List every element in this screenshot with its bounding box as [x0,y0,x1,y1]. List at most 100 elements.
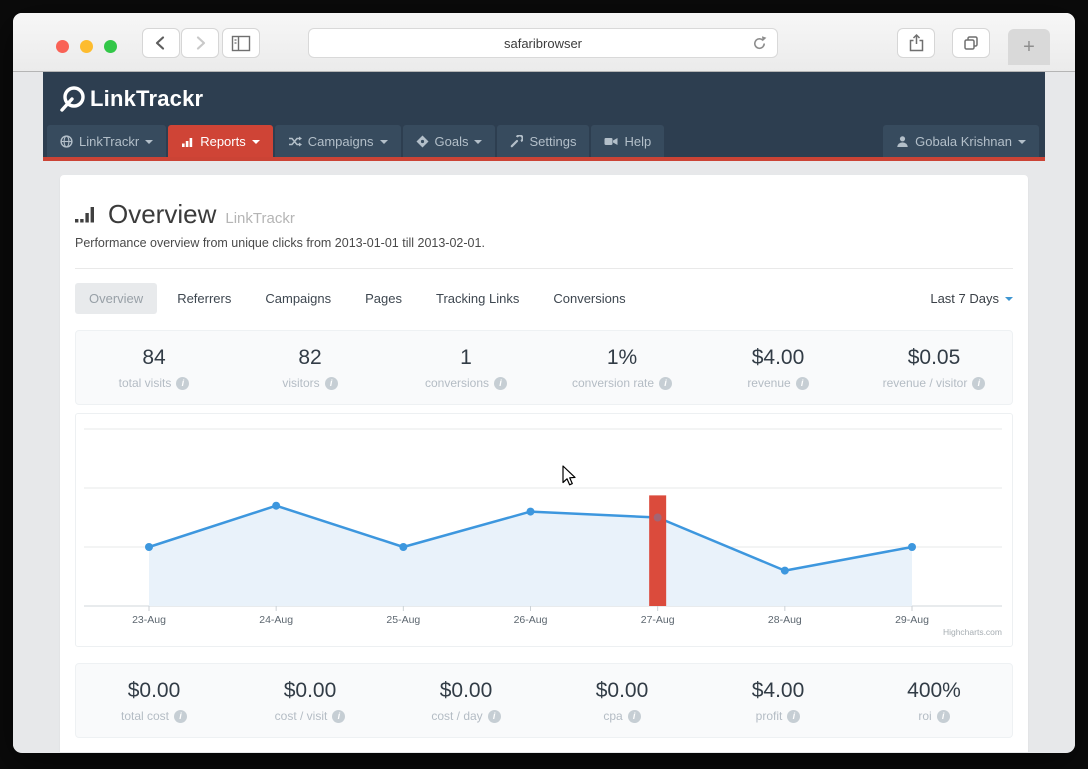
diamond-icon [416,135,429,148]
nav-item-reports[interactable]: Reports [168,125,273,157]
page-title-suffix: LinkTrackr [225,210,295,227]
nav-item-linktrackr[interactable]: LinkTrackr [47,125,167,157]
reload-button[interactable] [750,34,769,56]
signal-bars-icon [75,207,94,223]
svg-text:29-Aug: 29-Aug [895,614,929,626]
info-circle-icon[interactable] [659,376,673,390]
stat-value: $0.05 [907,346,961,369]
user-menu[interactable]: Gobala Krishnan [883,125,1039,157]
stat-label: cpa [603,709,623,723]
overview-chart[interactable]: 23-Aug 24-Aug 25-Aug 26-Aug 27-Aug 28-Aug 29-A… [75,413,1013,647]
chevron-down-icon [1018,139,1026,144]
traffic-lights [56,40,117,53]
plus-icon: + [1023,35,1035,58]
date-range-selector[interactable]: Last 7 Days [930,291,1013,306]
nav-item-label: Goals [434,133,469,149]
info-circle-icon[interactable] [324,376,338,390]
stat-value: $0.00 [127,679,181,702]
tab-overview-button[interactable] [952,28,990,58]
nav-item-help[interactable]: Help [591,125,665,157]
stat-value: $4.00 [751,346,805,369]
address-bar[interactable]: safaribrowser [308,28,778,58]
stat-value: 1 [460,346,472,369]
info-circle-icon[interactable] [494,376,508,390]
overview-chart-svg[interactable]: 23-Aug 24-Aug 25-Aug 26-Aug 27-Aug 28-Aug 29-A… [76,414,1010,644]
stat-cost-per-day: $0.00 cost / day [388,664,544,737]
svg-text:28-Aug: 28-Aug [768,614,802,626]
back-button[interactable] [142,28,180,58]
info-circle-icon[interactable] [332,709,346,723]
minimize-icon[interactable] [80,40,93,53]
svg-text:Highcharts.com: Highcharts.com [943,627,1002,637]
close-icon[interactable] [56,40,69,53]
back-chevron-icon [155,36,165,50]
date-range-label: Last 7 Days [930,291,999,306]
nav-item-label: Reports [200,133,246,149]
stat-revenue: $4.00 revenue [700,331,856,404]
chevron-down-icon [251,139,260,144]
tabs-overview-icon [964,36,978,50]
stat-label: profit [755,709,783,723]
new-tab-button[interactable]: + [1008,29,1050,65]
report-tabs: Overview Referrers Campaigns Pages Track… [60,269,1028,314]
svg-text:27-Aug: 27-Aug [641,614,675,626]
info-circle-icon[interactable] [627,709,641,723]
stat-label: conversions [424,376,490,390]
tab-referrers[interactable]: Referrers [163,283,245,314]
stat-value: $4.00 [751,679,805,702]
info-circle-icon[interactable] [795,376,809,390]
svg-text:26-Aug: 26-Aug [514,614,548,626]
stat-label: revenue / visitor [882,376,968,390]
site-header: LinkTrackr [43,72,1045,125]
nav-item-goals[interactable]: Goals [402,125,496,157]
chevron-down-icon [474,139,483,144]
video-camera-icon [604,135,618,148]
stat-roi: 400% roi [856,664,1012,737]
nav-item-label: Help [624,133,652,149]
stat-revenue-per-visitor: $0.05 revenue / visitor [856,331,1012,404]
stat-value: $0.00 [283,679,337,702]
stat-visitors: 82 visitors [232,331,388,404]
browser-toolbar: safaribrowser + [13,13,1075,72]
nav-item-label: Campaigns [307,133,374,149]
info-circle-icon[interactable] [174,709,188,723]
tab-pages[interactable]: Pages [351,283,416,314]
nav-item-campaigns[interactable]: Campaigns [274,125,401,157]
tab-campaigns[interactable]: Campaigns [251,283,345,314]
zoom-icon[interactable] [104,40,117,53]
tab-overview[interactable]: Overview [75,283,158,314]
linktrackr-logo-icon [60,85,85,112]
tab-tracking-links[interactable]: Tracking Links [422,283,533,314]
stat-cpa: $0.00 cpa [544,664,700,737]
stat-value: 84 [142,346,166,369]
nav-item-label: Settings [529,133,577,149]
sidebar-toggle-button[interactable] [222,28,260,58]
stat-label: visitors [282,376,320,390]
stat-total-visits: 84 total visits [76,331,232,404]
user-menu-label: Gobala Krishnan [915,133,1012,149]
sidebar-icon [231,35,251,51]
info-circle-icon[interactable] [787,709,801,723]
page-title-text: Overview [108,199,217,229]
info-circle-icon[interactable] [972,376,986,390]
page-viewport: LinkTrackr LinkTrackr Reports Campaigns … [13,72,1075,752]
site-logo[interactable]: LinkTrackr [58,84,203,114]
stat-label: revenue [747,376,791,390]
nav-item-settings[interactable]: Settings [497,125,590,157]
bar-chart-icon [181,135,194,148]
stat-value: $0.00 [595,679,649,702]
info-circle-icon[interactable] [487,709,501,723]
stat-value: 400% [907,679,961,702]
reload-icon [754,36,767,50]
forward-button[interactable] [181,28,219,58]
nav-item-label: LinkTrackr [79,133,140,149]
info-circle-icon[interactable] [176,376,190,390]
site-logo-text: LinkTrackr [90,85,204,111]
main-navbar: LinkTrackr Reports Campaigns Goals Setti… [43,125,1045,161]
share-button[interactable] [897,28,935,58]
info-circle-icon[interactable] [936,709,950,723]
stat-total-cost: $0.00 total cost [76,664,232,737]
stat-label: roi [918,709,932,723]
tab-conversions[interactable]: Conversions [539,283,639,314]
chevron-down-icon [379,139,388,144]
